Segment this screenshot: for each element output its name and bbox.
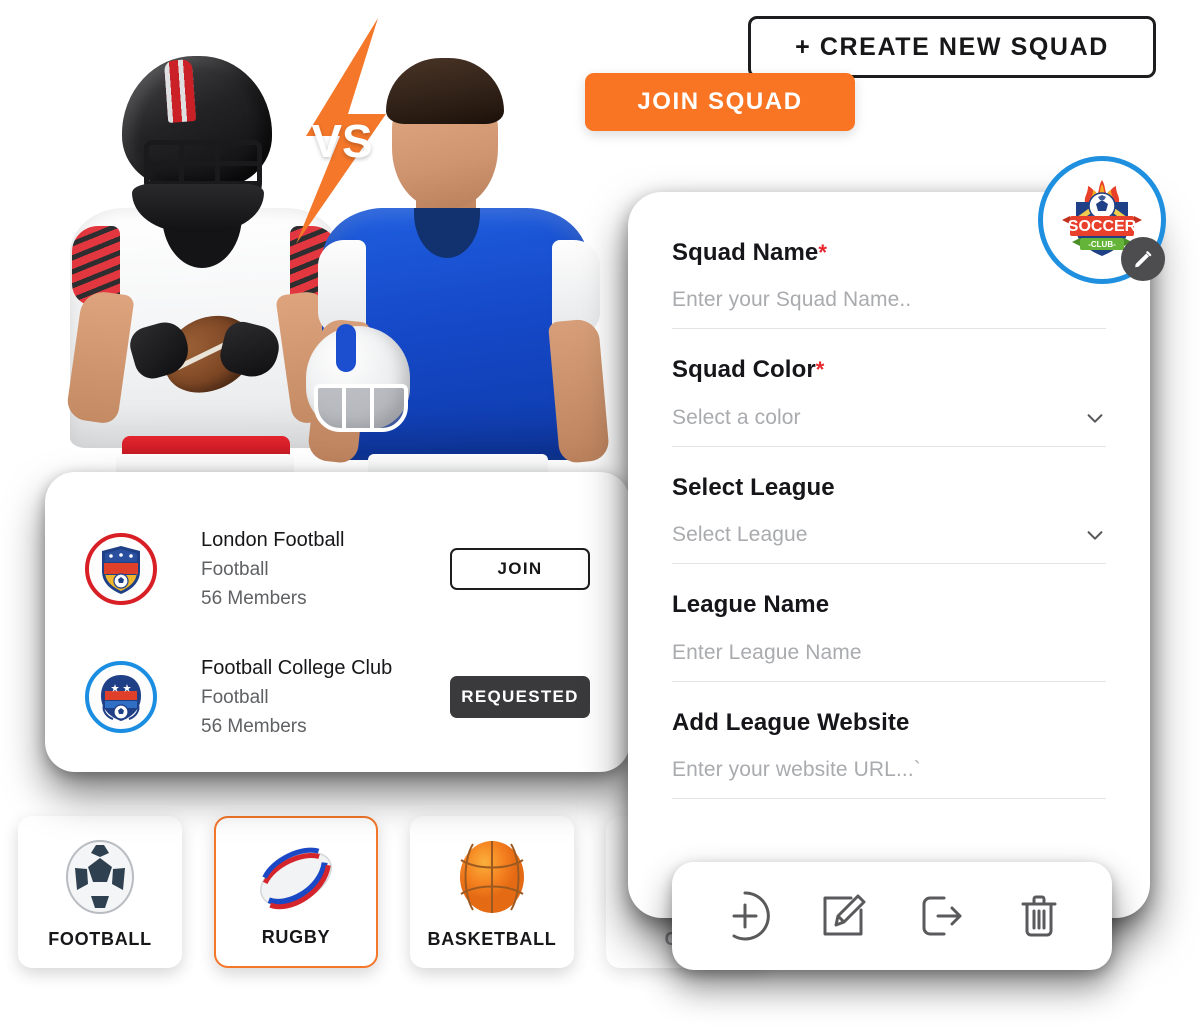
- field-label: Squad Name*: [672, 239, 1106, 266]
- field-squad-color: Squad Color* Select a color: [672, 357, 1106, 447]
- sport-tab-label: RUGBY: [261, 927, 331, 947]
- left-player-helmet-stripe: [163, 59, 197, 123]
- squad-item-members: 56 Members: [201, 588, 307, 609]
- basketball-icon: [460, 841, 524, 913]
- field-label-text: Squad Name: [672, 239, 819, 266]
- add-button[interactable]: [714, 885, 776, 947]
- right-player-hair: [386, 58, 504, 124]
- sport-tab-label: BASKETBALL: [427, 929, 557, 949]
- squad-color-select[interactable]: Select a color: [672, 406, 1106, 447]
- select-placeholder: Select League: [672, 523, 808, 547]
- squad-item-meta: Football College Club Football 56 Member…: [201, 653, 411, 742]
- squad-avatar[interactable]: SOCCER -CLUB-: [1038, 156, 1166, 284]
- sport-tab-label: FOOTBALL: [48, 929, 152, 949]
- field-label-text: Squad Color: [672, 356, 816, 384]
- form-fields-container: Squad Name* Enter your Squad Name.. Squa…: [628, 192, 1150, 799]
- squad-list-item[interactable]: Football College Club Football 56 Member…: [85, 642, 590, 752]
- white-helmet-held: [306, 324, 410, 432]
- create-new-squad-button[interactable]: + CREATE NEW SQUAD: [748, 16, 1156, 78]
- input-placeholder: Enter your website URL...`: [672, 757, 921, 781]
- edit-square-icon: [823, 894, 866, 936]
- squad-list-item[interactable]: London Football Football 56 Members JOIN: [85, 514, 590, 624]
- field-label: Select League: [672, 473, 1106, 501]
- edit-avatar-button[interactable]: [1121, 237, 1165, 281]
- sport-tab-rugby[interactable]: RUGBY: [214, 816, 378, 968]
- svg-text:SOCCER: SOCCER: [1068, 218, 1137, 235]
- squad-item-meta: London Football Football 56 Members: [201, 525, 411, 614]
- input-placeholder: Enter your Squad Name..: [672, 288, 912, 312]
- svg-text:-CLUB-: -CLUB-: [1088, 240, 1116, 249]
- required-marker: *: [815, 357, 825, 383]
- field-label-text: Add League Website: [672, 708, 910, 736]
- field-label-text: League Name: [672, 591, 830, 619]
- field-select-league: Select League Select League: [672, 473, 1106, 565]
- versus-badge: VS: [282, 18, 402, 244]
- exit-icon: [922, 896, 962, 936]
- field-label: League Name: [672, 591, 1106, 619]
- squads-list-card: London Football Football 56 Members JOIN: [45, 472, 630, 772]
- squad-item-name: Football College Club: [201, 656, 393, 679]
- football-club-crest-icon: [85, 533, 157, 605]
- pencil-icon: [1135, 251, 1152, 268]
- leave-button[interactable]: [910, 885, 972, 947]
- add-circle-icon: [732, 891, 770, 941]
- sport-tab-football[interactable]: FOOTBALL: [18, 816, 182, 968]
- squad-item-members: 56 Members: [201, 716, 307, 737]
- field-squad-name: Squad Name* Enter your Squad Name..: [672, 239, 1106, 330]
- select-placeholder: Select a color: [672, 405, 801, 429]
- field-label-text: Select League: [672, 473, 835, 501]
- squad-item-name: London Football: [201, 528, 345, 551]
- squad-item-sport: Football: [201, 686, 269, 708]
- field-label: Squad Color*: [672, 357, 1106, 383]
- create-squad-form-panel: Squad Name* Enter your Squad Name.. Squa…: [628, 192, 1150, 918]
- app-canvas: VS + CREATE NEW SQUAD JOIN SQUAD London …: [0, 0, 1200, 1030]
- rugby-ball-icon: [260, 847, 332, 910]
- chevron-down-icon: [1087, 414, 1103, 423]
- chevron-down-icon: [1087, 531, 1103, 540]
- squad-join-button[interactable]: JOIN: [450, 548, 590, 590]
- join-squad-button[interactable]: JOIN SQUAD: [585, 73, 855, 131]
- league-website-input[interactable]: Enter your website URL...`: [672, 758, 1106, 799]
- league-name-input[interactable]: Enter League Name: [672, 641, 1106, 682]
- squad-item-sport: Football: [201, 558, 269, 580]
- field-league-website: Add League Website Enter your website UR…: [672, 708, 1106, 799]
- squad-name-input[interactable]: Enter your Squad Name..: [672, 288, 1106, 330]
- squad-actions-toolbar: [672, 862, 1112, 970]
- versus-label: VS: [311, 115, 373, 167]
- football-college-club-crest-icon: [85, 661, 157, 733]
- select-league-select[interactable]: Select League: [672, 523, 1106, 565]
- field-label: Add League Website: [672, 708, 1106, 736]
- sport-tab-basketball[interactable]: BASKETBALL: [410, 816, 574, 968]
- soccer-ball-icon: [66, 840, 134, 914]
- trash-icon: [1021, 895, 1057, 937]
- field-league-name: League Name Enter League Name: [672, 591, 1106, 682]
- squad-requested-button[interactable]: REQUESTED: [450, 676, 590, 718]
- edit-button[interactable]: [812, 885, 874, 947]
- required-marker: *: [818, 240, 828, 265]
- delete-button[interactable]: [1008, 885, 1070, 947]
- input-placeholder: Enter League Name: [672, 640, 862, 664]
